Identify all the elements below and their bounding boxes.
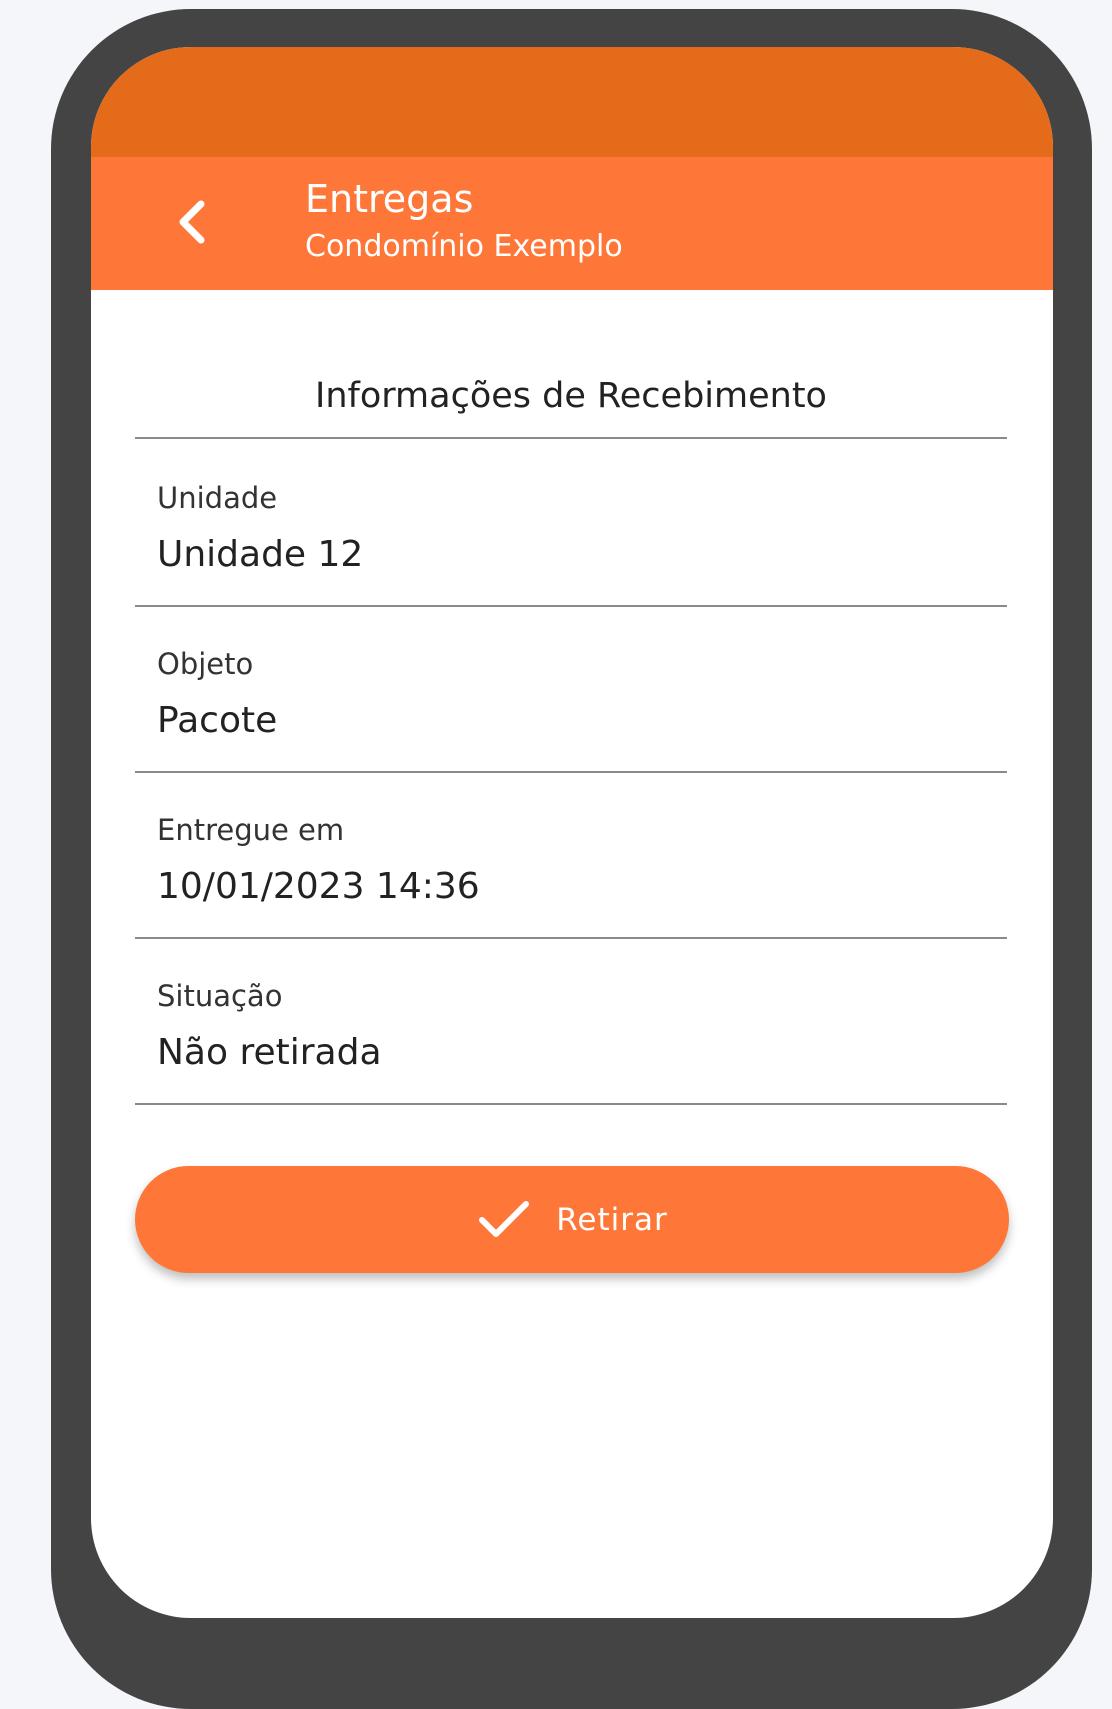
app-title: Entregas xyxy=(305,177,474,221)
field-value-unidade: Unidade 12 xyxy=(157,534,364,575)
field-label-entregue-em: Entregue em xyxy=(157,813,345,847)
divider xyxy=(135,771,1007,773)
field-label-objeto: Objeto xyxy=(157,647,254,681)
status-bar xyxy=(91,47,1053,157)
section-title: Informações de Recebimento xyxy=(315,376,827,416)
field-value-entregue-em: 10/01/2023 14:36 xyxy=(157,866,480,907)
check-icon xyxy=(476,1196,532,1244)
app-subtitle: Condomínio Exemplo xyxy=(305,229,623,264)
divider xyxy=(135,437,1007,439)
field-value-objeto: Pacote xyxy=(157,700,278,741)
field-label-situacao: Situação xyxy=(157,979,283,1013)
chevron-left-icon xyxy=(179,200,205,244)
retirar-button[interactable]: Retirar xyxy=(135,1166,1009,1273)
divider xyxy=(135,937,1007,939)
field-value-situacao: Não retirada xyxy=(157,1032,382,1073)
back-button[interactable] xyxy=(163,192,223,252)
app-bar: Entregas Condomínio Exemplo xyxy=(91,157,1053,290)
divider xyxy=(135,605,1007,607)
divider xyxy=(135,1103,1007,1105)
field-label-unidade: Unidade xyxy=(157,481,278,515)
phone-screen: Entregas Condomínio Exemplo Informações … xyxy=(91,47,1053,1618)
retirar-button-label: Retirar xyxy=(556,1201,668,1238)
